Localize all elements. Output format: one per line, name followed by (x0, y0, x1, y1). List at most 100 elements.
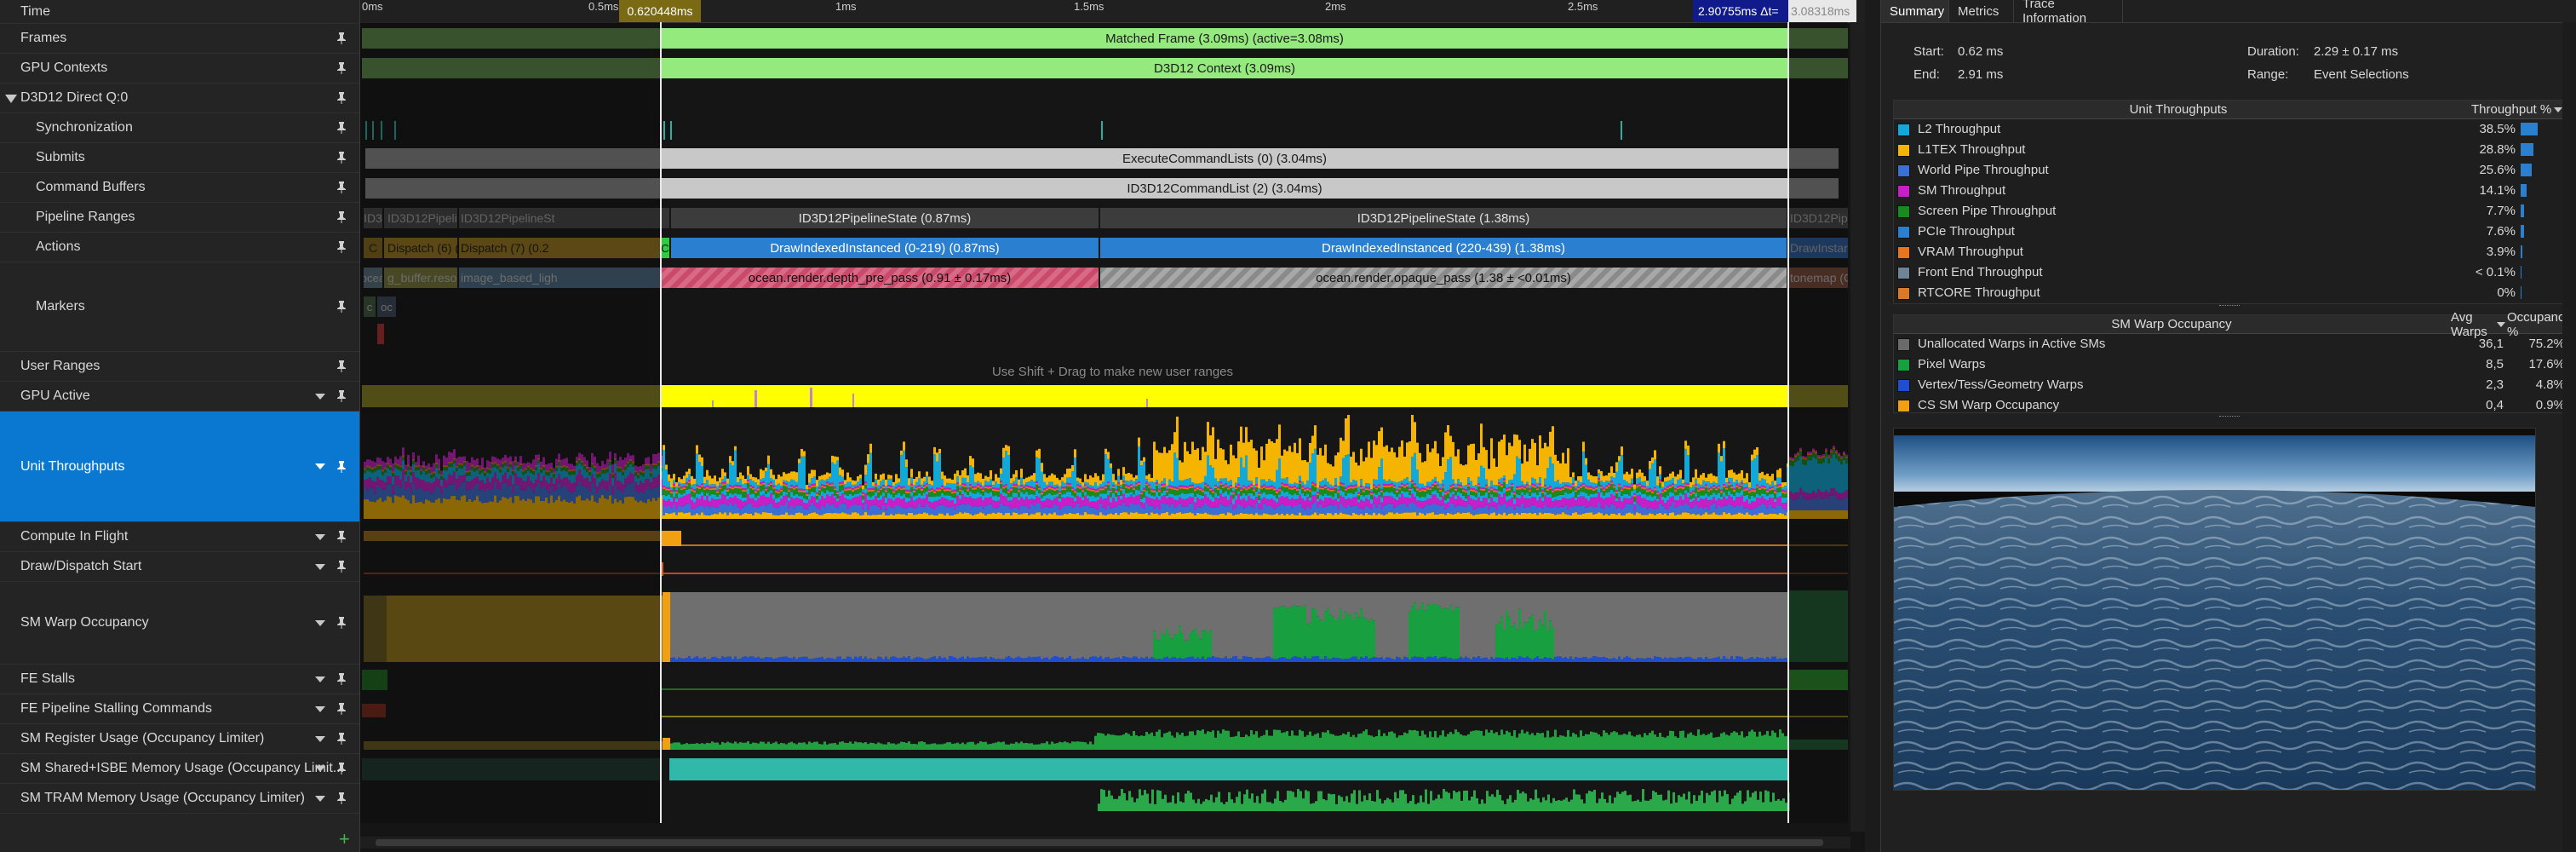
execute-command-lists-bar[interactable]: ExecuteCommandLists (0) (3.04ms) (661, 148, 1788, 169)
pin-icon[interactable] (336, 32, 347, 45)
track-label-submits[interactable]: Submits (0, 143, 359, 173)
pin-icon[interactable] (336, 61, 347, 75)
pin-icon[interactable] (336, 560, 347, 573)
track-label-sm-warp-occupancy[interactable]: SM Warp Occupancy (0, 582, 359, 665)
track-label-actions[interactable]: Actions (0, 233, 359, 262)
throughput-sample (1631, 485, 1633, 487)
throughput-sample (854, 493, 857, 498)
throughput-sample (1258, 515, 1260, 519)
track-label-gpu-contexts[interactable]: GPU Contexts (0, 54, 359, 83)
throughput-sample (1322, 480, 1324, 486)
chevron-down-icon[interactable] (315, 796, 325, 802)
draw-indexed-instanced-1[interactable]: DrawIndexedInstanced (0-219) (0.87ms) (671, 238, 1099, 258)
chevron-down-icon[interactable] (315, 463, 325, 469)
chevron-down-icon[interactable] (315, 676, 325, 682)
track-label-frames[interactable]: Frames (0, 24, 359, 54)
throughput-sample (1140, 498, 1143, 503)
pin-icon[interactable] (336, 792, 347, 805)
chevron-down-icon[interactable] (315, 620, 325, 626)
throughput-sample (785, 494, 788, 503)
pin-icon[interactable] (336, 151, 347, 164)
throughput-sample (1071, 513, 1074, 519)
matched-frame-bar[interactable]: Matched Frame (3.09ms) (active=3.08ms) (661, 28, 1788, 49)
throughput-sample (1769, 490, 1771, 495)
throughput-sample (1544, 484, 1546, 486)
pin-icon[interactable] (336, 732, 347, 746)
track-label-command-buffers[interactable]: Command Buffers (0, 173, 359, 203)
pin-icon[interactable] (336, 240, 347, 254)
pin-icon[interactable] (336, 530, 347, 544)
add-track-icon[interactable]: + (339, 828, 350, 850)
throughput-sample (987, 476, 990, 482)
track-label-fe-stalls[interactable]: FE Stalls (0, 665, 359, 694)
pin-icon[interactable] (336, 210, 347, 224)
timeline-view[interactable]: 0ms 0.5ms 1ms 1.5ms 2ms 2.5ms 0.620448ms… (360, 0, 1865, 852)
throughput-sample (1557, 460, 1559, 481)
chevron-down-icon[interactable] (315, 564, 325, 570)
throughput-sample (1758, 504, 1761, 514)
throughput-sample (1644, 489, 1646, 494)
throughput-sample (1235, 486, 1237, 488)
chevron-down-icon[interactable] (315, 534, 325, 540)
pin-icon[interactable] (336, 181, 347, 194)
track-label-synchronization[interactable]: Synchronization (0, 113, 359, 143)
throughput-sample (726, 492, 729, 496)
throughput-sample (1761, 512, 1764, 519)
track-label-sm-register-usage[interactable]: SM Register Usage (Occupancy Limiter) (0, 724, 359, 754)
collapse-triangle-icon[interactable] (5, 95, 17, 103)
selection-start-marker[interactable]: 0.620448ms (619, 0, 701, 22)
throughput-sample (1741, 484, 1743, 486)
chevron-down-icon[interactable] (315, 766, 325, 772)
track-label-fe-pipeline-stalling[interactable]: FE Pipeline Stalling Commands (0, 694, 359, 724)
throughput-sample (1038, 458, 1041, 486)
throughput-sample (737, 494, 739, 499)
throughput-sample (1345, 418, 1347, 456)
pin-icon[interactable] (336, 121, 347, 135)
chevron-down-icon[interactable] (315, 706, 325, 712)
pin-icon[interactable] (336, 389, 347, 403)
pin-icon[interactable] (336, 616, 347, 630)
pipeline-state-range-2[interactable]: ID3D12PipelineState (1.38ms) (1100, 208, 1787, 228)
throughput-sample (1181, 488, 1184, 493)
track-label-gpu-active[interactable]: GPU Active (0, 382, 359, 412)
chevron-down-icon[interactable] (315, 736, 325, 742)
throughput-sample (1025, 497, 1028, 507)
pin-icon[interactable] (336, 702, 347, 716)
throughput-sample (1508, 499, 1511, 506)
pin-icon[interactable] (336, 762, 347, 775)
track-label-compute-in-flight[interactable]: Compute In Flight (0, 522, 359, 552)
throughput-sample (1406, 477, 1408, 484)
throughput-sample (1475, 500, 1477, 509)
marker-ocean-depth-pre-pass[interactable]: ocean.render.depth_pre_pass (0.91 ± 0.17… (661, 268, 1099, 288)
track-label-draw-dispatch-start[interactable]: Draw/Dispatch Start (0, 552, 359, 582)
pin-icon[interactable] (336, 360, 347, 373)
d3d12-context-bar[interactable]: D3D12 Context (3.09ms) (661, 58, 1788, 78)
pin-icon[interactable] (336, 300, 347, 314)
throughput-sample (1309, 500, 1311, 509)
throughput-sample (1373, 479, 1375, 485)
throughput-sample (992, 507, 995, 513)
pin-icon[interactable] (336, 672, 347, 686)
track-label-markers[interactable]: Markers (0, 262, 359, 352)
throughput-sample (1140, 460, 1143, 466)
pin-icon[interactable] (336, 91, 347, 105)
marker-ocean-opaque-pass[interactable]: ocean.render.opaque_pass (1.38 ± <0.01ms… (1100, 268, 1787, 288)
chevron-down-icon[interactable] (315, 394, 325, 400)
track-label-sm-shared-isbe[interactable]: SM Shared+ISBE Memory Usage (Occupancy L… (0, 754, 359, 784)
command-list-bar[interactable]: ID3D12CommandList (2) (3.04ms) (661, 178, 1788, 199)
throughput-sample (1687, 504, 1690, 513)
time-ruler[interactable]: 0ms 0.5ms 1ms 1.5ms 2ms 2.5ms 0.620448ms… (360, 0, 1865, 23)
throughput-sample (1048, 488, 1051, 493)
action-c[interactable]: C (661, 238, 669, 258)
draw-indexed-instanced-2[interactable]: DrawIndexedInstanced (220-439) (1.38ms) (1100, 238, 1787, 258)
pin-icon[interactable] (336, 460, 347, 474)
pipeline-state-range-1[interactable]: ID3D12PipelineState (0.87ms) (671, 208, 1099, 228)
track-label-pipeline-ranges[interactable]: Pipeline Ranges (0, 203, 359, 233)
selection-end-marker[interactable]: 2.90755ms Δt= (1693, 0, 1788, 22)
track-label-d3d12-direct-queue[interactable]: D3D12 Direct Q:0 (0, 83, 359, 113)
throughput-sample (1523, 487, 1526, 490)
throughput-sample (1053, 491, 1056, 495)
track-label-sm-tram-memory[interactable]: SM TRAM Memory Usage (Occupancy Limiter) (0, 784, 359, 814)
track-label-user-ranges[interactable]: User Ranges (0, 352, 359, 382)
track-label-unit-throughputs[interactable]: Unit Throughputs (0, 412, 359, 522)
